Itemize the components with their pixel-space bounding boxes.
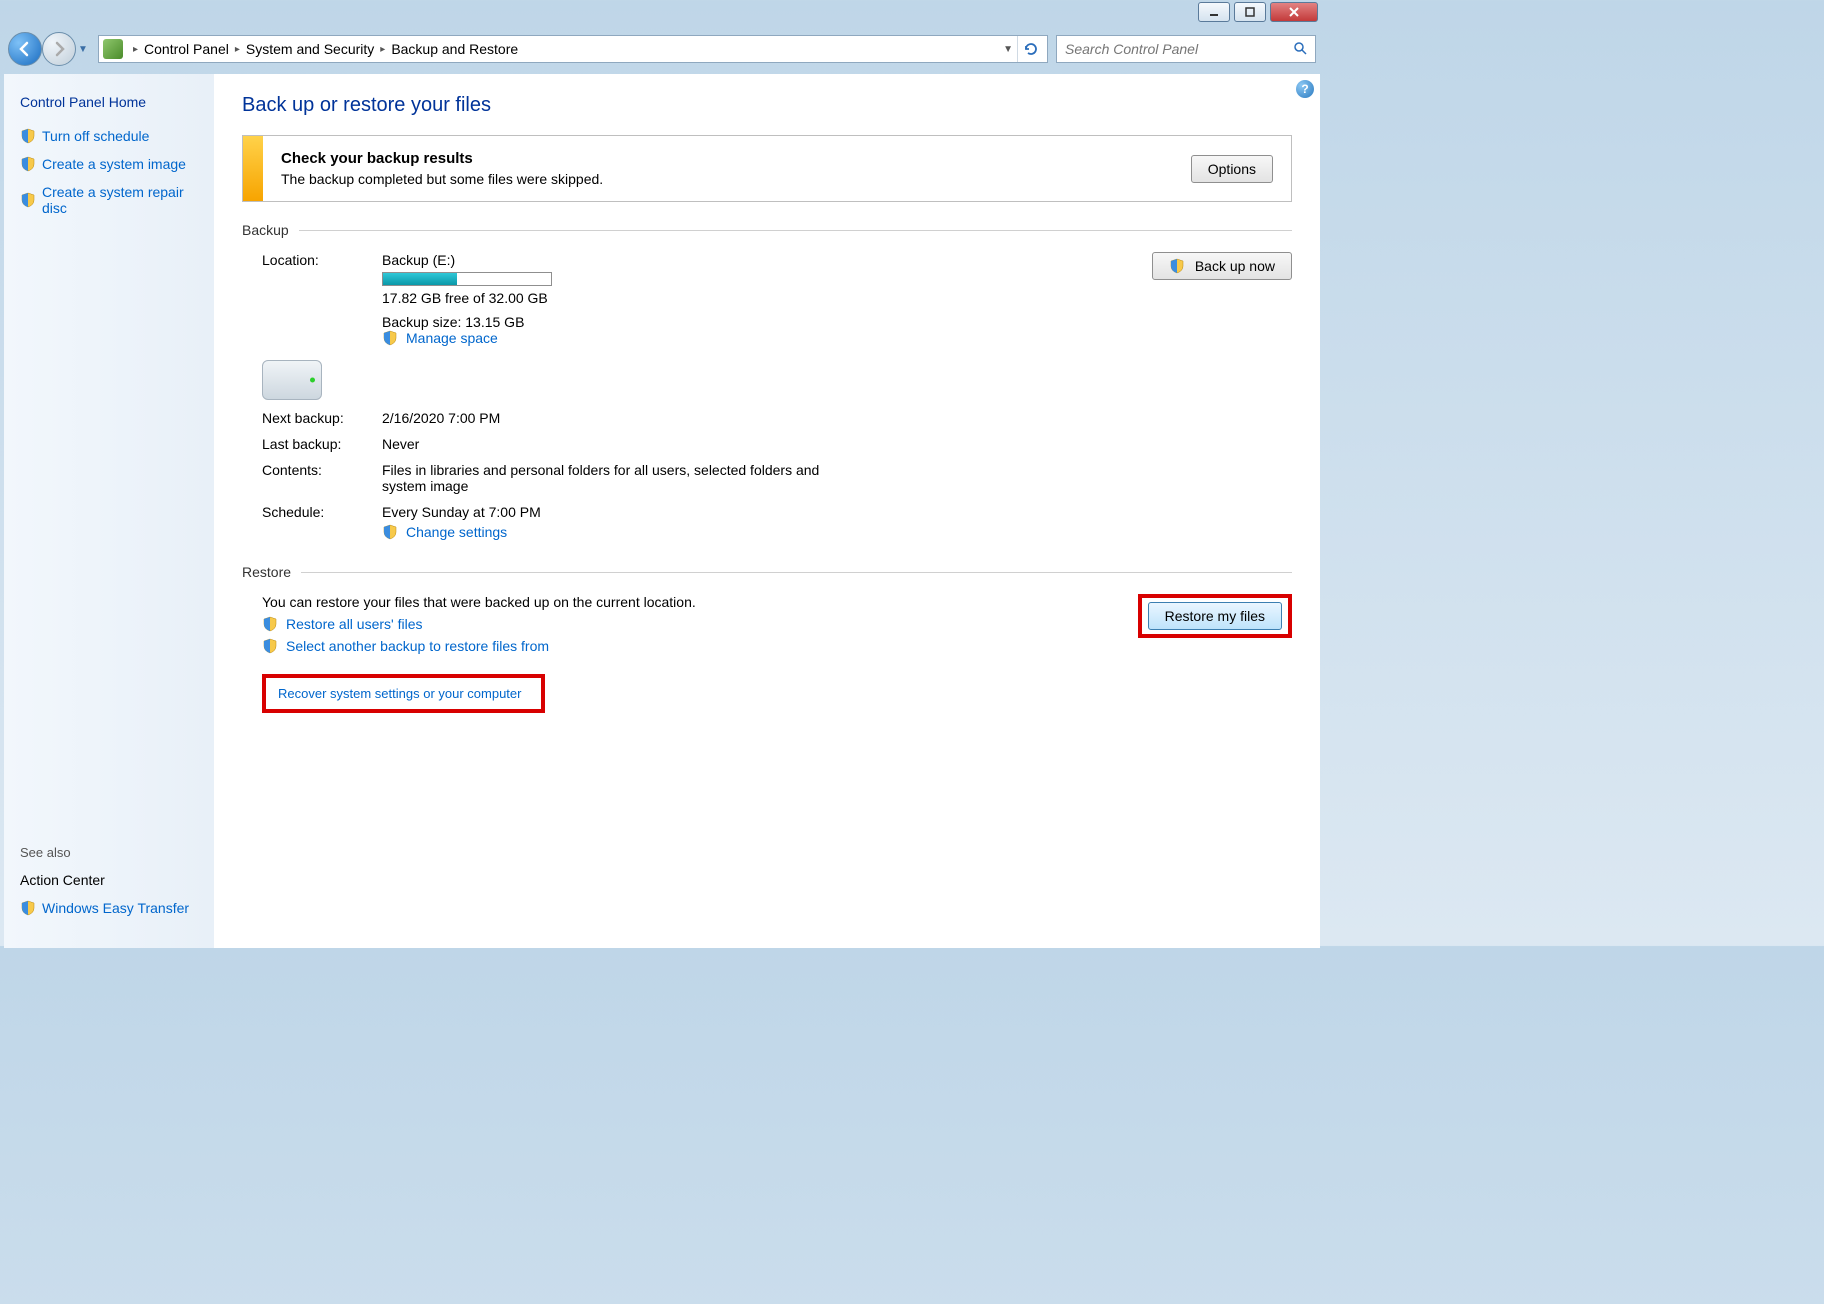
sidebar-home-link[interactable]: Control Panel Home <box>20 94 198 110</box>
minimize-button[interactable] <box>1198 2 1230 22</box>
drive-icon <box>262 360 322 400</box>
schedule-label: Schedule: <box>262 504 372 520</box>
alert-stripe <box>243 136 263 201</box>
location-value: Backup (E:) <box>382 252 852 268</box>
search-box[interactable] <box>1056 35 1316 63</box>
backup-now-button[interactable]: Back up now <box>1152 252 1292 280</box>
restore-section-header: Restore <box>242 564 1292 580</box>
disk-usage-bar <box>382 272 552 286</box>
maximize-icon <box>1245 7 1255 17</box>
contents-label: Contents: <box>262 462 372 478</box>
back-button[interactable] <box>8 32 42 66</box>
shield-icon <box>262 638 278 654</box>
refresh-icon <box>1023 41 1039 57</box>
sidebar-link-label: Create a system image <box>42 156 186 172</box>
restore-my-files-button[interactable]: Restore my files <box>1148 602 1282 630</box>
control-panel-icon <box>103 39 123 59</box>
nav-buttons: ▼ <box>8 32 90 66</box>
close-button[interactable] <box>1270 2 1318 22</box>
sidebar-link-create-system-image[interactable]: Create a system image <box>20 156 198 172</box>
last-backup-value: Never <box>382 436 852 452</box>
breadcrumb-sep-icon: ▸ <box>133 44 138 55</box>
shield-icon <box>20 192 36 208</box>
alert-title: Check your backup results <box>281 150 1191 167</box>
shield-icon <box>20 900 36 916</box>
shield-icon <box>382 524 398 540</box>
sidebar-link-label: Windows Easy Transfer <box>42 900 189 916</box>
next-backup-value: 2/16/2020 7:00 PM <box>382 410 852 426</box>
shield-icon <box>20 128 36 144</box>
breadcrumb: Control Panel ▸ System and Security ▸ Ba… <box>144 41 1003 57</box>
forward-button <box>42 32 76 66</box>
address-dropdown-icon[interactable]: ▼ <box>1003 44 1013 55</box>
back-arrow-icon <box>17 41 33 57</box>
sidebar-link-label: Create a system repair disc <box>42 184 198 216</box>
highlight-recover-link: Recover system settings or your computer <box>262 674 545 713</box>
breadcrumb-item[interactable]: Control Panel <box>144 41 229 57</box>
restore-desc: You can restore your files that were bac… <box>262 594 1108 610</box>
section-label: Backup <box>242 222 289 238</box>
highlight-restore-button: Restore my files <box>1138 594 1292 638</box>
breadcrumb-sep-icon: ▸ <box>380 44 385 55</box>
shield-icon <box>262 616 278 632</box>
restore-body: You can restore your files that were bac… <box>242 594 1292 660</box>
section-label: Restore <box>242 564 291 580</box>
schedule-value: Every Sunday at 7:00 PM <box>382 504 852 520</box>
next-backup-label: Next backup: <box>262 410 372 426</box>
window-chrome <box>0 0 1324 28</box>
options-button[interactable]: Options <box>1191 155 1273 183</box>
close-icon <box>1288 6 1300 18</box>
breadcrumb-item[interactable]: System and Security <box>246 41 374 57</box>
address-bar[interactable]: ▸ Control Panel ▸ System and Security ▸ … <box>98 35 1048 63</box>
select-another-backup-link[interactable]: Select another backup to restore files f… <box>286 638 549 654</box>
breadcrumb-item[interactable]: Backup and Restore <box>391 41 518 57</box>
location-label: Location: <box>262 252 372 268</box>
sidebar-link-easy-transfer[interactable]: Windows Easy Transfer <box>20 900 198 916</box>
search-input[interactable] <box>1065 41 1293 57</box>
history-chevron-icon[interactable]: ▼ <box>76 44 90 55</box>
content-area: Back up or restore your files Check your… <box>214 74 1320 948</box>
refresh-button[interactable] <box>1017 36 1043 62</box>
shield-icon <box>20 156 36 172</box>
free-space-text: 17.82 GB free of 32.00 GB <box>382 290 852 306</box>
forward-arrow-icon <box>51 41 67 57</box>
sidebar: Control Panel Home Turn off schedule Cre… <box>4 74 214 948</box>
restore-all-users-link[interactable]: Restore all users' files <box>286 616 423 632</box>
main-area: ? Control Panel Home Turn off schedule C… <box>4 74 1320 948</box>
backup-section-header: Backup <box>242 222 1292 238</box>
alert-desc: The backup completed but some files were… <box>281 171 1191 187</box>
maximize-button[interactable] <box>1234 2 1266 22</box>
sidebar-link-create-repair-disc[interactable]: Create a system repair disc <box>20 184 198 216</box>
sidebar-link-turn-off-schedule[interactable]: Turn off schedule <box>20 128 198 144</box>
sidebar-link-action-center[interactable]: Action Center <box>20 872 198 888</box>
shield-icon <box>1169 258 1185 274</box>
minimize-icon <box>1209 7 1219 17</box>
breadcrumb-sep-icon: ▸ <box>235 44 240 55</box>
search-icon[interactable] <box>1293 41 1307 58</box>
contents-value: Files in libraries and personal folders … <box>382 462 852 494</box>
change-settings-link[interactable]: Change settings <box>406 524 507 540</box>
shield-icon <box>382 330 398 346</box>
page-title: Back up or restore your files <box>242 94 1292 117</box>
manage-space-link[interactable]: Manage space <box>406 330 498 346</box>
toolbar: ▼ ▸ Control Panel ▸ System and Security … <box>0 28 1324 74</box>
recover-system-link[interactable]: Recover system settings or your computer <box>278 686 521 701</box>
last-backup-label: Last backup: <box>262 436 372 452</box>
alert-box: Check your backup results The backup com… <box>242 135 1292 202</box>
sidebar-link-label: Turn off schedule <box>42 128 149 144</box>
backup-size-text: Backup size: 13.15 GB <box>382 314 852 330</box>
see-also-label: See also <box>20 845 198 860</box>
backup-details: Location: Backup (E:) 17.82 GB free of 3… <box>242 252 1292 540</box>
